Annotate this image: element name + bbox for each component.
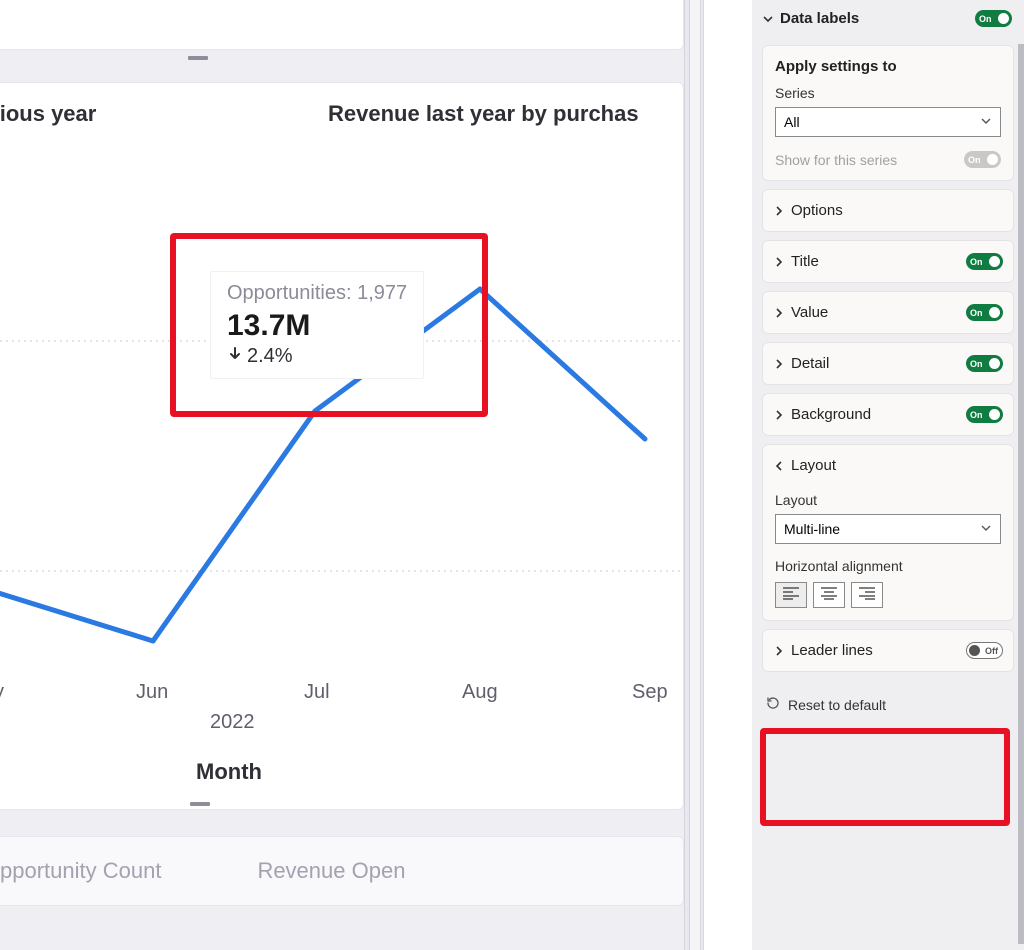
background-section: Background On (762, 393, 1014, 436)
align-left-icon (782, 586, 800, 605)
layout-header-label: Layout (791, 457, 836, 474)
apply-settings-header: Apply settings to (775, 58, 1001, 75)
resize-handle-bottom[interactable] (190, 802, 210, 806)
x-tick-jun: Jun (136, 681, 168, 704)
year-label: 2022 (210, 711, 255, 734)
background-header[interactable]: Background On (763, 394, 1013, 435)
plot-area: y Jun Jul Aug Sep 2022 (0, 181, 684, 741)
chevron-right-icon (773, 358, 785, 370)
apply-settings-section: Apply settings to Series All Show for th… (762, 45, 1014, 181)
horizontal-alignment-group (775, 582, 1001, 608)
data-label-opportunities: Opportunities: 1,977 (227, 282, 407, 305)
data-labels-label: Data labels (780, 10, 859, 27)
background-label: Background (791, 406, 871, 423)
x-tick-aug: Aug (462, 681, 498, 704)
reset-label: Reset to default (788, 697, 886, 713)
chevron-right-icon (773, 307, 785, 319)
align-left-button[interactable] (775, 582, 807, 608)
layout-dropdown-value: Multi-line (784, 521, 840, 537)
title-section: Title On (762, 240, 1014, 283)
toggle-data-labels[interactable]: On (975, 10, 1012, 27)
arrow-down-icon (227, 345, 243, 368)
chevron-right-icon (773, 256, 785, 268)
series-dropdown[interactable]: All (775, 107, 1001, 137)
chart-title-left: r vs previous year (0, 101, 96, 127)
chevron-down-icon (980, 114, 992, 130)
data-label-change: 2.4% (227, 345, 407, 368)
detail-label: Detail (791, 355, 829, 372)
layout-section: Layout Layout Multi-line Horizontal alig… (762, 444, 1014, 621)
horizontal-alignment-label: Horizontal alignment (775, 558, 1001, 574)
leader-lines-label: Leader lines (791, 642, 873, 659)
value-label: Value (791, 304, 828, 321)
toggle-background[interactable]: On (966, 406, 1003, 423)
chevron-right-icon (773, 409, 785, 421)
panel-gap (704, 0, 752, 950)
chart-title-right: Revenue last year by purchas (328, 101, 639, 127)
chevron-down-icon (980, 521, 992, 537)
x-tick-may: y (0, 681, 4, 704)
title-header[interactable]: Title On (763, 241, 1013, 282)
layout-field-label: Layout (775, 492, 1001, 508)
kpi-revenue-open[interactable]: Revenue Open (209, 858, 453, 884)
toggle-value[interactable]: On (966, 304, 1003, 321)
chevron-down-icon (762, 13, 774, 25)
toggle-detail[interactable]: On (966, 355, 1003, 372)
detail-section: Detail On (762, 342, 1014, 385)
options-section: Options (762, 189, 1014, 232)
kpi-opportunity-count[interactable]: pportunity Count (0, 858, 209, 884)
leader-lines-header[interactable]: Leader lines Off (763, 630, 1013, 671)
toggle-leader-lines[interactable]: Off (966, 642, 1003, 659)
format-pane: Data labels On Apply settings to Series … (752, 0, 1024, 950)
scrollbar-thumb[interactable] (1018, 44, 1024, 944)
line-chart-svg (0, 181, 684, 741)
x-tick-sep: Sep (632, 681, 668, 704)
chart-visual[interactable]: r vs previous year Revenue last year by … (0, 82, 684, 810)
options-header[interactable]: Options (763, 190, 1013, 231)
visual-card-top (0, 0, 684, 50)
align-center-icon (820, 586, 838, 605)
chevron-right-icon (773, 645, 785, 657)
resize-handle-top[interactable] (188, 56, 208, 60)
title-label: Title (791, 253, 819, 270)
reset-icon (766, 696, 780, 713)
series-label: Series (775, 85, 1001, 101)
chevron-right-icon (773, 205, 785, 217)
vertical-splitter-1[interactable] (684, 0, 690, 950)
options-label: Options (791, 202, 843, 219)
data-label-change-pct: 2.4% (247, 345, 293, 368)
align-center-button[interactable] (813, 582, 845, 608)
x-axis-title: Month (196, 759, 262, 785)
reset-to-default-button[interactable]: Reset to default (752, 680, 1024, 729)
layout-dropdown[interactable]: Multi-line (775, 514, 1001, 544)
data-label-card: Opportunities: 1,977 13.7M 2.4% (210, 271, 424, 379)
leader-lines-section: Leader lines Off (762, 629, 1014, 672)
align-right-icon (858, 586, 876, 605)
section-header-data-labels[interactable]: Data labels On (752, 0, 1024, 39)
chevron-down-icon (773, 460, 785, 472)
value-header[interactable]: Value On (763, 292, 1013, 333)
detail-header[interactable]: Detail On (763, 343, 1013, 384)
report-canvas: r vs previous year Revenue last year by … (0, 0, 684, 950)
align-right-button[interactable] (851, 582, 883, 608)
x-tick-jul: Jul (304, 681, 330, 704)
kpi-row: pportunity Count Revenue Open (0, 836, 684, 906)
toggle-show-for-series: On (964, 151, 1001, 168)
series-dropdown-value: All (784, 114, 800, 130)
layout-header[interactable]: Layout (763, 445, 1013, 486)
data-label-value: 13.7M (227, 309, 407, 343)
toggle-title[interactable]: On (966, 253, 1003, 270)
show-for-series-label: Show for this series (775, 152, 897, 168)
value-section: Value On (762, 291, 1014, 334)
